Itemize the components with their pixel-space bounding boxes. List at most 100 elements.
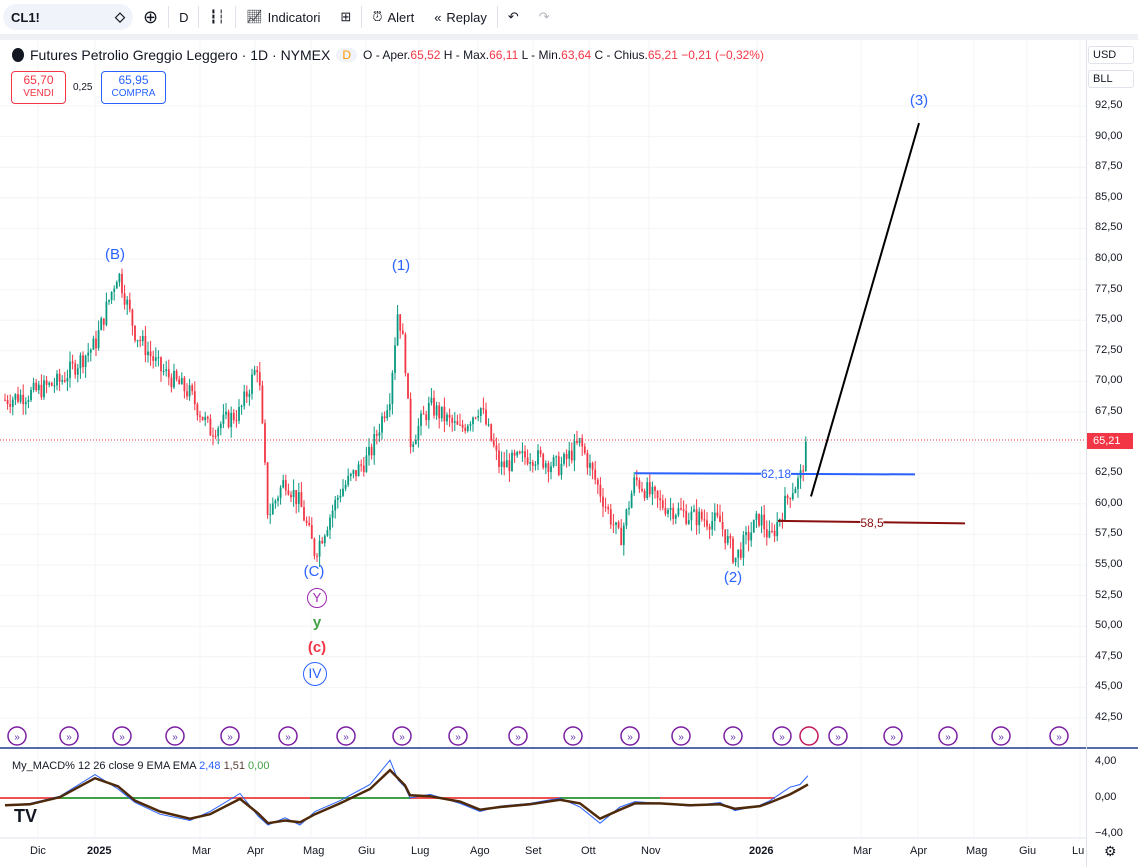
candle-body — [643, 490, 646, 498]
candle-body — [300, 492, 303, 507]
price-tick: 47,50 — [1095, 649, 1123, 662]
candle-body — [534, 464, 537, 466]
candle-body — [357, 464, 360, 477]
candle-body — [438, 405, 441, 419]
candle-body — [378, 432, 381, 436]
candle-body — [771, 530, 773, 532]
candle-body — [199, 415, 201, 417]
tradingview-logo: TV — [14, 806, 38, 826]
candle-body — [620, 527, 623, 546]
wave-label-2: (2) — [723, 569, 743, 586]
candle-body — [690, 511, 693, 521]
candle-body — [490, 424, 493, 441]
candle-body — [128, 299, 131, 310]
candle-body — [630, 493, 633, 508]
time-tick: Lug — [411, 845, 430, 857]
candle-body — [381, 416, 383, 433]
price-tick: 85,00 — [1095, 190, 1123, 203]
time-tick: 2025 — [87, 845, 112, 857]
candle-body — [537, 450, 539, 465]
candle-body — [82, 355, 84, 367]
candle-body — [433, 397, 435, 416]
candle-body — [97, 330, 100, 349]
candle-body — [264, 423, 266, 463]
candle-body — [305, 520, 308, 523]
price-axis[interactable]: 92,50 90,00 87,50 85,00 82,50 80,00 77,50 75,00… — [1086, 40, 1138, 867]
candle-body — [58, 373, 61, 382]
candle-body — [144, 335, 147, 356]
wave-label-c: (c) — [307, 639, 327, 656]
candle-body — [711, 521, 714, 530]
candle-body — [695, 509, 698, 526]
candle-body — [791, 493, 794, 500]
candle-body — [173, 370, 175, 388]
candle-body — [6, 399, 9, 405]
candle-body — [14, 394, 17, 400]
candle-body — [277, 498, 279, 501]
price-tick: 70,00 — [1095, 374, 1123, 387]
candle-body — [680, 508, 682, 510]
candle-body — [713, 512, 716, 522]
candle-body — [698, 511, 701, 526]
settings-icon[interactable]: ⚙︎ — [1104, 843, 1117, 860]
candle-body — [279, 487, 282, 499]
time-tick: Dic — [30, 845, 46, 857]
price-tick: 62,50 — [1095, 466, 1123, 479]
candle-body — [92, 338, 95, 350]
signal-line — [4, 768, 809, 825]
candle-body — [706, 520, 708, 527]
candle-body — [544, 463, 547, 468]
candle-body — [399, 314, 402, 331]
candle-body — [765, 529, 768, 538]
sell-button[interactable]: 65,70 VENDI — [11, 71, 66, 104]
candle-body — [310, 525, 313, 539]
macd-tick: −4,00 — [1095, 827, 1123, 839]
candle-body — [516, 451, 519, 456]
candle-body — [542, 454, 545, 468]
price-tick: 87,50 — [1095, 160, 1123, 173]
price-chart[interactable]: » » » » » » » » » » » » » » » » » » » » — [0, 0, 1138, 867]
candle-body — [349, 473, 352, 477]
candle-body — [586, 452, 589, 468]
price-tick: 75,00 — [1095, 313, 1123, 326]
candle-body — [461, 424, 464, 428]
price-tick: 77,50 — [1095, 282, 1123, 295]
candle-body — [685, 510, 688, 524]
candle-body — [521, 451, 524, 454]
price-tick: 45,00 — [1095, 680, 1123, 693]
candle-body — [30, 389, 32, 401]
candle-body — [427, 403, 430, 421]
currency-selector[interactable]: USD — [1088, 46, 1134, 64]
candle-body — [108, 300, 110, 302]
candle-body — [284, 480, 287, 491]
candle-body — [628, 507, 630, 510]
wave-label-IV: IV — [303, 662, 327, 686]
last-price-tag: 65,21 — [1087, 433, 1133, 449]
candle-body — [9, 404, 12, 407]
time-tick: Mag — [303, 845, 325, 857]
wave-label-3: (3) — [909, 92, 929, 109]
candle-body — [373, 434, 376, 456]
candle-body — [240, 405, 243, 407]
symbol-logo-icon — [12, 48, 24, 62]
candle-body — [716, 512, 719, 516]
candle-body — [612, 524, 615, 526]
candle-body — [76, 368, 79, 375]
event-icon-glyph: » — [835, 732, 841, 743]
candle-body — [615, 522, 617, 525]
event-icon-glyph: » — [627, 732, 633, 743]
candle-body — [157, 357, 160, 359]
candle-body — [355, 470, 357, 477]
candle-body — [745, 532, 747, 536]
candle-body — [768, 530, 771, 538]
event-icon-glyph: » — [399, 732, 405, 743]
unit-selector[interactable]: BLL — [1088, 70, 1134, 88]
buy-button[interactable]: 65,95 COMPRA — [101, 71, 166, 104]
candle-body — [479, 408, 482, 417]
candle-body — [570, 450, 573, 461]
candle-body — [518, 451, 521, 454]
candle-body — [505, 460, 508, 468]
candle-body — [344, 484, 347, 489]
time-tick: Ott — [581, 845, 596, 857]
candle-body — [412, 444, 415, 447]
